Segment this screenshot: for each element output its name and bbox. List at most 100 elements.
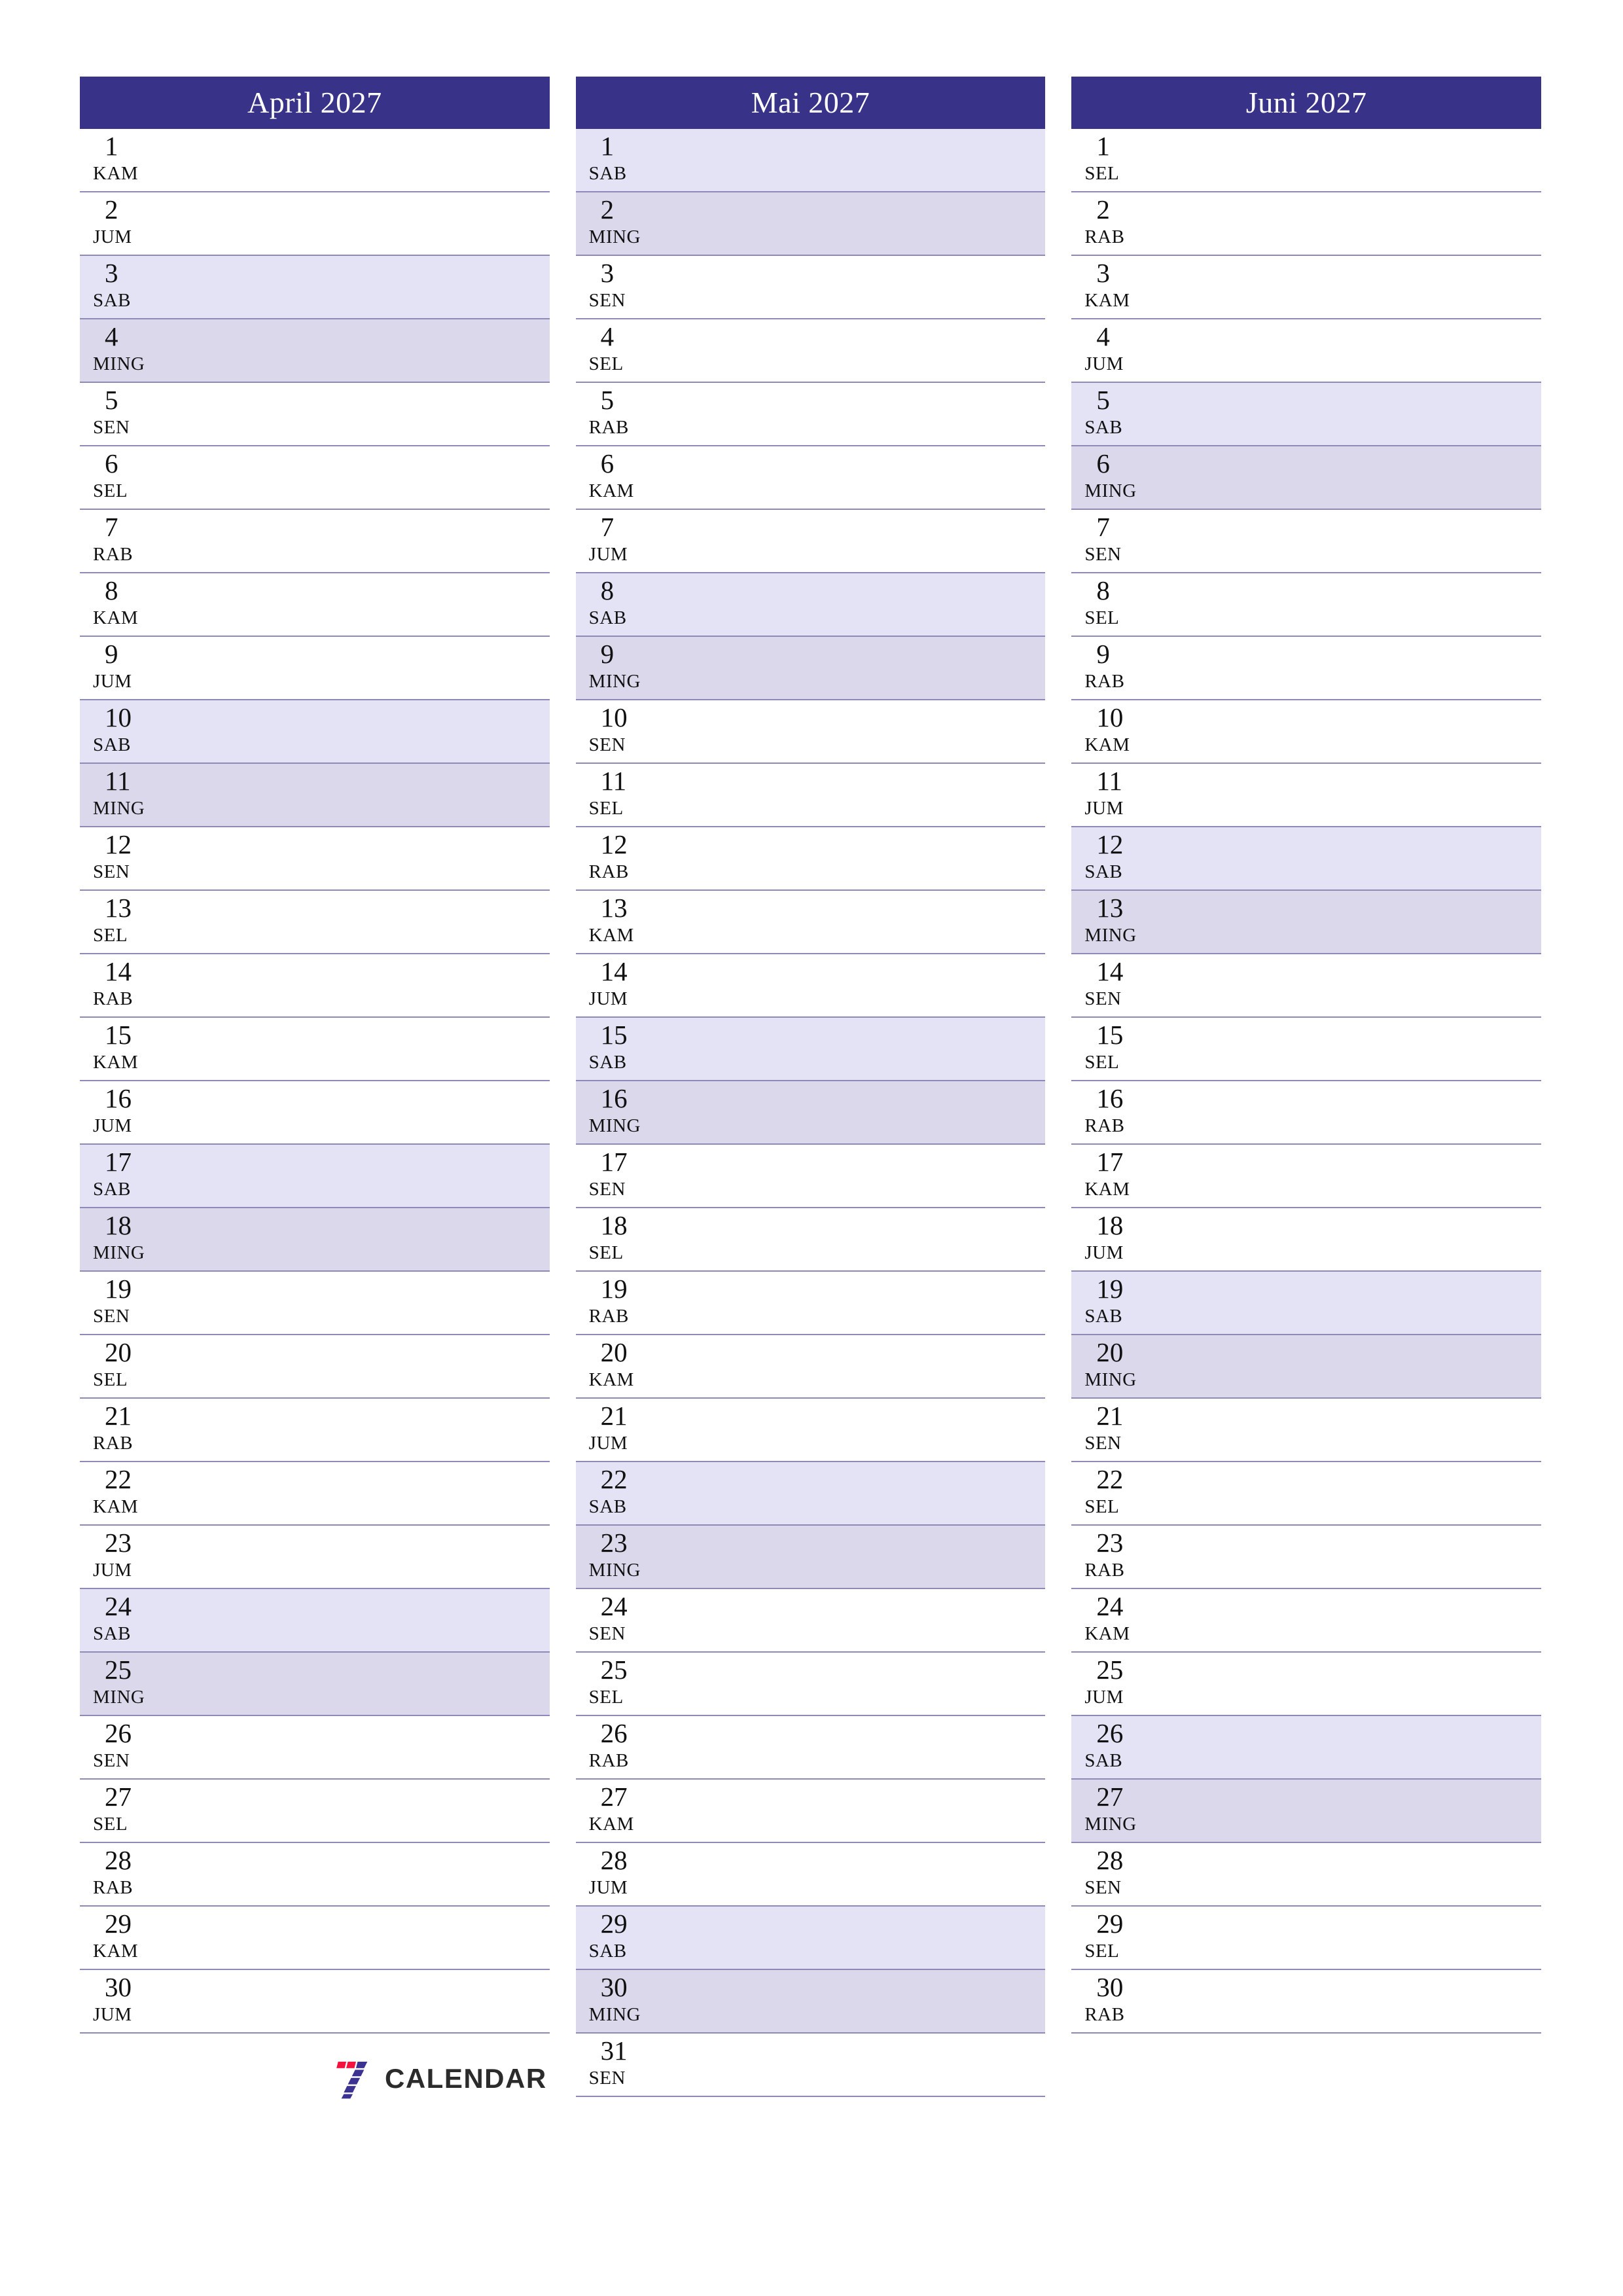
day-row[interactable]: 7 JUM — [575, 510, 1046, 573]
day-row[interactable]: 1 SEL — [1071, 129, 1542, 192]
day-row[interactable]: 17 KAM — [1071, 1145, 1542, 1208]
day-number: 7 — [600, 512, 615, 542]
day-row[interactable]: 13 KAM — [575, 891, 1046, 954]
day-row[interactable]: 5 SAB — [1071, 383, 1542, 446]
day-row[interactable]: 26 RAB — [575, 1716, 1046, 1780]
day-row[interactable]: 9 RAB — [1071, 637, 1542, 700]
day-row[interactable]: 23 RAB — [1071, 1526, 1542, 1589]
day-number: 5 — [105, 385, 118, 415]
day-row[interactable]: 13 SEL — [80, 891, 550, 954]
day-row[interactable]: 28 RAB — [80, 1843, 550, 1907]
day-row[interactable]: 3 SAB — [80, 256, 550, 319]
day-row[interactable]: 7 SEN — [1071, 510, 1542, 573]
day-row[interactable]: 16 MING — [575, 1081, 1046, 1145]
logo-wordmark: CALENDAR — [385, 2063, 547, 2094]
day-number: 11 — [1096, 766, 1122, 796]
day-row[interactable]: 20 MING — [1071, 1335, 1542, 1399]
day-row[interactable]: 12 SEN — [80, 827, 550, 891]
day-row[interactable]: 21 RAB — [80, 1399, 550, 1462]
day-row[interactable]: 8 SAB — [575, 573, 1046, 637]
day-row[interactable]: 12 SAB — [1071, 827, 1542, 891]
day-row[interactable]: 15 SEL — [1071, 1018, 1542, 1081]
day-row[interactable]: 30 JUM — [80, 1970, 550, 2034]
day-row[interactable]: 1 KAM — [80, 129, 550, 192]
day-row[interactable]: 9 MING — [575, 637, 1046, 700]
day-row[interactable]: 19 SEN — [80, 1272, 550, 1335]
day-row[interactable]: 26 SAB — [1071, 1716, 1542, 1780]
day-row[interactable]: 29 SAB — [575, 1907, 1046, 1970]
day-row[interactable]: 10 SAB — [80, 700, 550, 764]
day-row[interactable]: 11 SEL — [575, 764, 1046, 827]
day-row[interactable]: 24 SEN — [575, 1589, 1046, 1653]
day-row[interactable]: 24 KAM — [1071, 1589, 1542, 1653]
day-row[interactable]: 4 MING — [80, 319, 550, 383]
day-row[interactable]: 19 SAB — [1071, 1272, 1542, 1335]
day-row[interactable]: 14 SEN — [1071, 954, 1542, 1018]
day-row[interactable]: 27 MING — [1071, 1780, 1542, 1843]
day-row[interactable]: 8 KAM — [80, 573, 550, 637]
day-weekday-abbr: SEN — [1084, 544, 1122, 565]
day-row[interactable]: 30 MING — [575, 1970, 1046, 2034]
day-row[interactable]: 10 SEN — [575, 700, 1046, 764]
day-row[interactable]: 2 RAB — [1071, 192, 1542, 256]
day-row[interactable]: 17 SEN — [575, 1145, 1046, 1208]
day-row[interactable]: 25 MING — [80, 1653, 550, 1716]
day-number: 9 — [1096, 639, 1110, 669]
day-row[interactable]: 28 JUM — [575, 1843, 1046, 1907]
day-row[interactable]: 30 RAB — [1071, 1970, 1542, 2034]
day-row[interactable]: 2 JUM — [80, 192, 550, 256]
day-row[interactable]: 23 JUM — [80, 1526, 550, 1589]
day-row[interactable]: 19 RAB — [575, 1272, 1046, 1335]
day-row[interactable]: 23 MING — [575, 1526, 1046, 1589]
day-row[interactable]: 21 SEN — [1071, 1399, 1542, 1462]
day-row[interactable]: 24 SAB — [80, 1589, 550, 1653]
day-row[interactable]: 6 MING — [1071, 446, 1542, 510]
day-row[interactable]: 16 JUM — [80, 1081, 550, 1145]
day-row[interactable]: 15 SAB — [575, 1018, 1046, 1081]
day-number: 12 — [1096, 829, 1124, 859]
day-row[interactable]: 22 KAM — [80, 1462, 550, 1526]
day-row[interactable]: 13 MING — [1071, 891, 1542, 954]
day-row[interactable]: 28 SEN — [1071, 1843, 1542, 1907]
day-row[interactable]: 29 KAM — [80, 1907, 550, 1970]
day-row[interactable]: 11 JUM — [1071, 764, 1542, 827]
day-row[interactable]: 9 JUM — [80, 637, 550, 700]
day-row[interactable]: 3 SEN — [575, 256, 1046, 319]
day-row[interactable]: 10 KAM — [1071, 700, 1542, 764]
day-number: 9 — [600, 639, 615, 669]
day-row[interactable]: 29 SEL — [1071, 1907, 1542, 1970]
day-row[interactable]: 14 RAB — [80, 954, 550, 1018]
day-row[interactable]: 18 JUM — [1071, 1208, 1542, 1272]
day-row[interactable]: 5 RAB — [575, 383, 1046, 446]
day-row[interactable]: 1 SAB — [575, 129, 1046, 192]
day-row[interactable]: 16 RAB — [1071, 1081, 1542, 1145]
day-row[interactable]: 22 SEL — [1071, 1462, 1542, 1526]
day-row[interactable]: 20 SEL — [80, 1335, 550, 1399]
day-row[interactable]: 25 SEL — [575, 1653, 1046, 1716]
day-row[interactable]: 25 JUM — [1071, 1653, 1542, 1716]
day-row[interactable]: 15 KAM — [80, 1018, 550, 1081]
day-row[interactable]: 6 KAM — [575, 446, 1046, 510]
day-row[interactable]: 27 KAM — [575, 1780, 1046, 1843]
day-row[interactable]: 3 KAM — [1071, 256, 1542, 319]
day-row[interactable]: 11 MING — [80, 764, 550, 827]
day-row[interactable]: 5 SEN — [80, 383, 550, 446]
day-row[interactable]: 4 JUM — [1071, 319, 1542, 383]
day-row[interactable]: 21 JUM — [575, 1399, 1046, 1462]
day-row[interactable]: 17 SAB — [80, 1145, 550, 1208]
day-row[interactable]: 31 SEN — [575, 2034, 1046, 2097]
day-row[interactable]: 18 SEL — [575, 1208, 1046, 1272]
day-row[interactable]: 4 SEL — [575, 319, 1046, 383]
day-row[interactable]: 22 SAB — [575, 1462, 1046, 1526]
day-row[interactable]: 26 SEN — [80, 1716, 550, 1780]
day-number: 26 — [600, 1718, 628, 1748]
day-row[interactable]: 2 MING — [575, 192, 1046, 256]
day-row[interactable]: 7 RAB — [80, 510, 550, 573]
day-row[interactable]: 27 SEL — [80, 1780, 550, 1843]
day-row[interactable]: 20 KAM — [575, 1335, 1046, 1399]
day-row[interactable]: 12 RAB — [575, 827, 1046, 891]
day-row[interactable]: 18 MING — [80, 1208, 550, 1272]
day-row[interactable]: 8 SEL — [1071, 573, 1542, 637]
day-row[interactable]: 6 SEL — [80, 446, 550, 510]
day-row[interactable]: 14 JUM — [575, 954, 1046, 1018]
